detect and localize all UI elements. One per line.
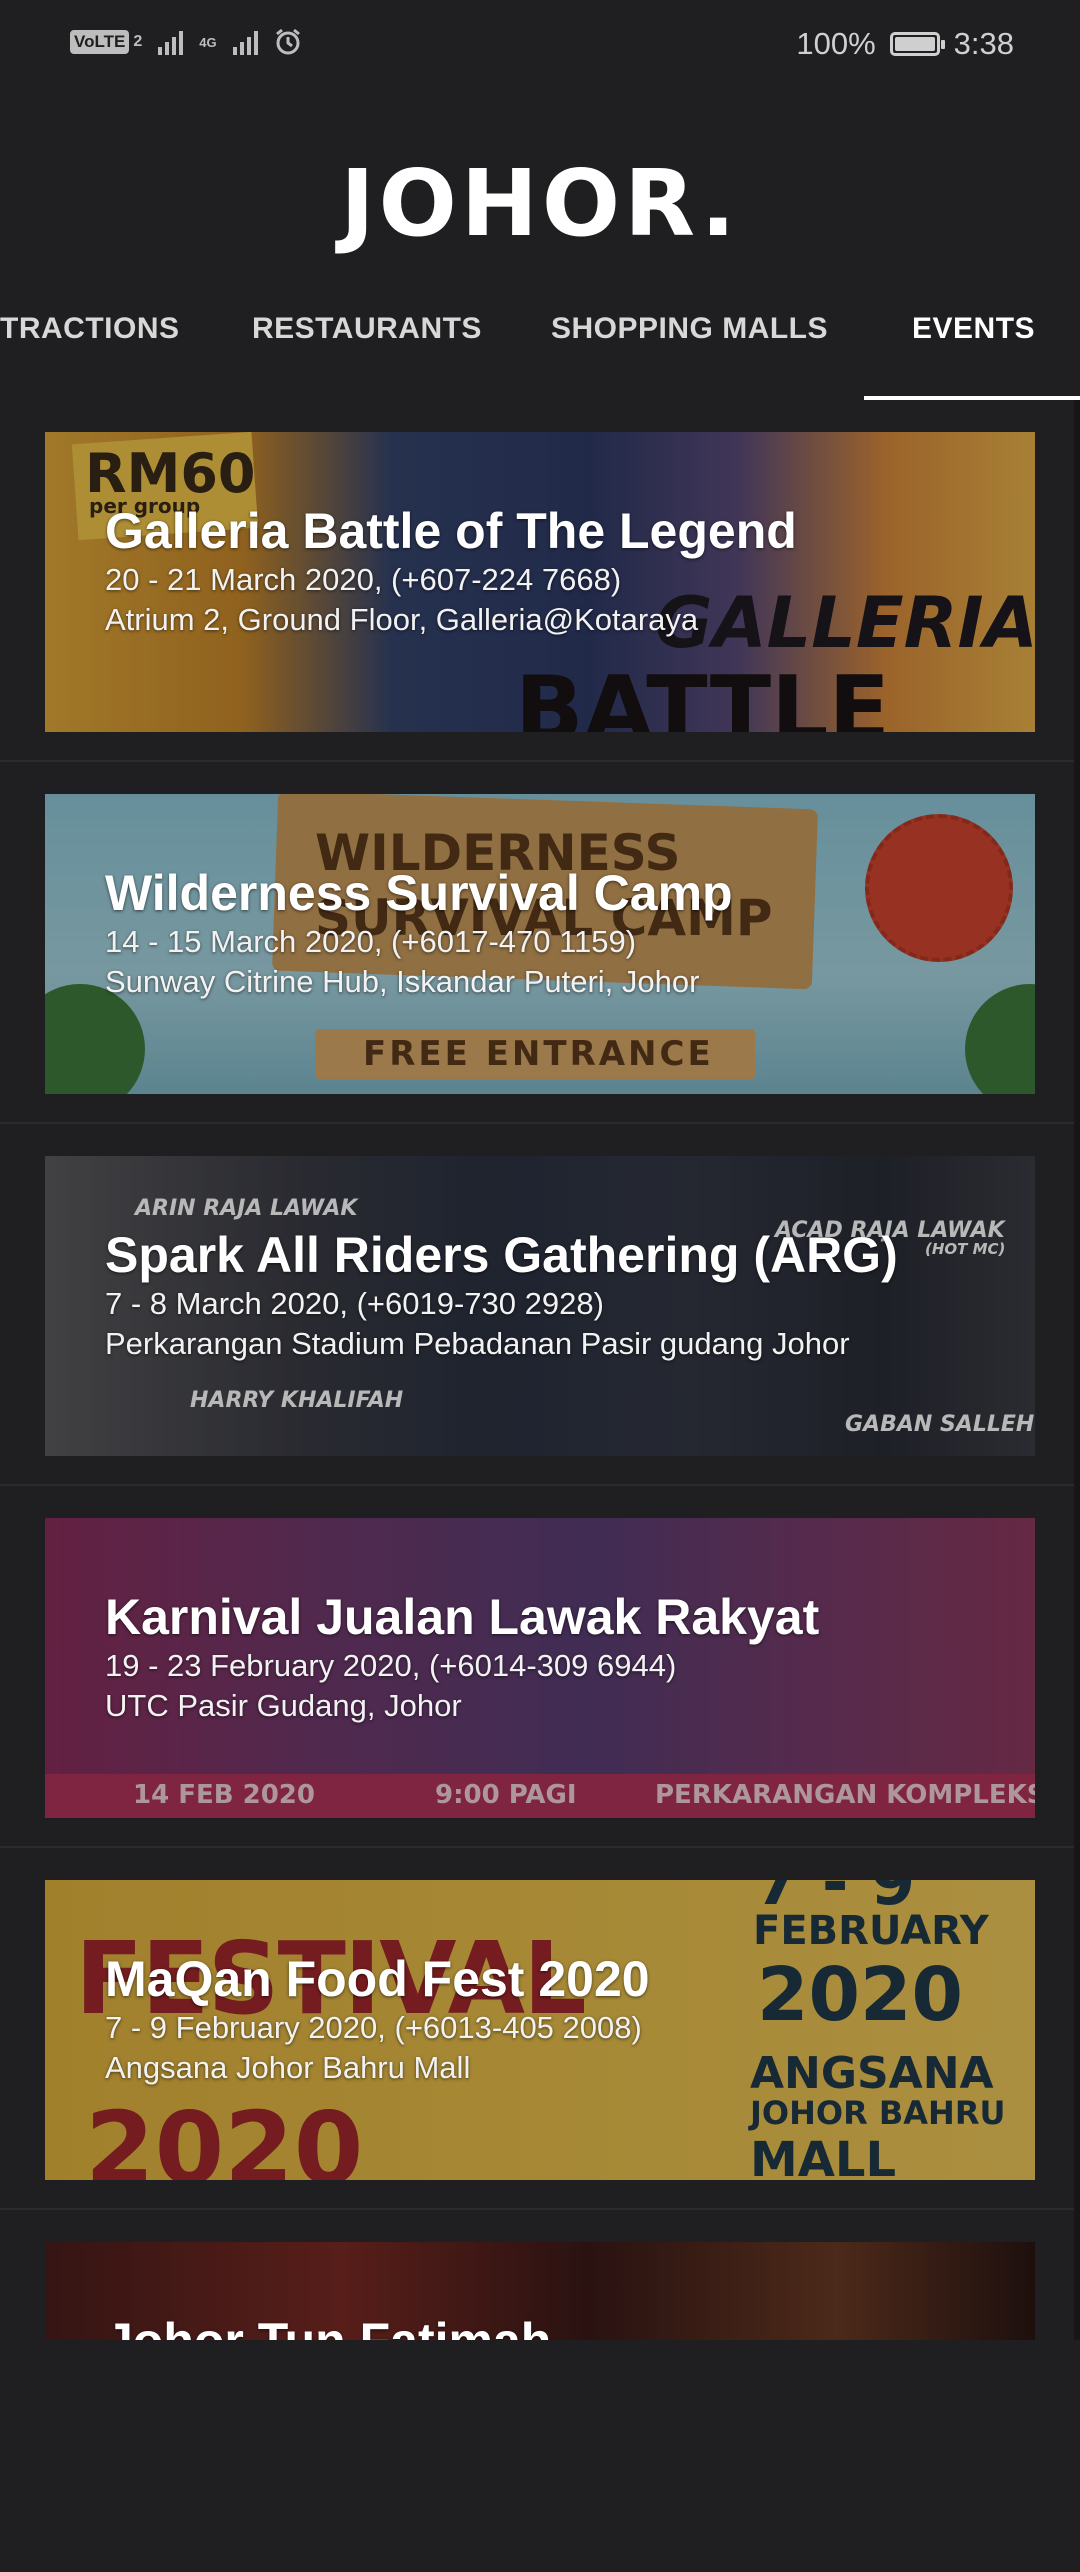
event-card-karnival[interactable]: 14 FEB 2020 9:00 PAGI PERKARANGAN KOMPLE… <box>45 1518 1035 1818</box>
status-bar: VoLTE 2 4G 100% 3:38 <box>0 0 1080 90</box>
event-date: 7 - 9 February 2020, (+6013-405 2008) <box>105 2010 642 2045</box>
event-title: Johor Tun Fatimah <box>105 2312 1015 2340</box>
list-scroll-edge <box>1074 400 1080 2340</box>
tab-shopping-malls[interactable]: SHOPPING MALLS <box>551 312 828 378</box>
volte-icon: VoLTE <box>70 30 130 54</box>
event-card-wilderness[interactable]: WILDERNESS SURVIVAL CAMP FREE ENTRANCE W… <box>45 794 1035 1094</box>
status-left: VoLTE 2 4G <box>70 28 302 56</box>
tab-attractions[interactable]: TRACTIONS <box>0 312 180 378</box>
event-venue: Sunway Citrine Hub, Iskandar Puteri, Joh… <box>105 964 700 999</box>
tab-restaurants[interactable]: RESTAURANTS <box>252 312 482 378</box>
signal-icon-2 <box>232 29 258 55</box>
event-info: Johor Tun Fatimah <box>105 2312 1015 2340</box>
battery-percent: 100% <box>796 26 876 61</box>
event-info: Wilderness Survival Camp 14 - 15 March 2… <box>105 864 1015 1002</box>
event-card-galleria[interactable]: RM60 per group GALLERIA BATTLE Galleria … <box>45 432 1035 732</box>
event-venue: Perkarangan Stadium Pebadanan Pasir guda… <box>105 1326 850 1361</box>
event-venue: UTC Pasir Gudang, Johor <box>105 1688 462 1723</box>
event-date: 7 - 8 March 2020, (+6019-730 2928) <box>105 1286 604 1321</box>
event-venue: Atrium 2, Ground Floor, Galleria@Kotaray… <box>105 602 699 637</box>
signal-icon <box>158 29 184 55</box>
event-title: MaQan Food Fest 2020 <box>105 1951 650 2007</box>
event-row: Johor Tun Fatimah <box>0 2210 1080 2572</box>
event-title: Karnival Jualan Lawak Rakyat <box>105 1589 820 1645</box>
event-row: WILDERNESS SURVIVAL CAMP FREE ENTRANCE W… <box>0 762 1080 1124</box>
event-card-johor-tun-fatimah[interactable]: Johor Tun Fatimah <box>45 2242 1035 2340</box>
status-right: 100% 3:38 <box>796 26 1014 62</box>
alarm-icon <box>275 28 300 55</box>
event-row: RM60 per group GALLERIA BATTLE Galleria … <box>0 400 1080 762</box>
tab-events[interactable]: EVENTS <box>912 312 1035 378</box>
event-date: 20 - 21 March 2020, (+607-224 7668) <box>105 562 622 597</box>
event-info: Karnival Jualan Lawak Rakyat 19 - 23 Feb… <box>105 1588 1015 1726</box>
category-tabs: TRACTIONS RESTAURANTS SHOPPING MALLS EVE… <box>0 300 1080 400</box>
event-info: Spark All Riders Gathering (ARG) 7 - 8 M… <box>105 1226 1015 1364</box>
battery-icon <box>889 32 945 56</box>
event-row: FESTIVAL 2020 7 - 9 FEBRUARY 2020 ANGSAN… <box>0 1848 1080 2210</box>
event-card-spark-riders[interactable]: ARIN RAJA LAWAK ACAD RAJA LAWAK (HOT MC)… <box>45 1156 1035 1456</box>
app-logo: JOHOR. <box>340 150 740 257</box>
network-type: 4G <box>199 34 217 50</box>
event-card-maqan[interactable]: FESTIVAL 2020 7 - 9 FEBRUARY 2020 ANGSAN… <box>45 1880 1035 2180</box>
event-date: 14 - 15 March 2020, (+6017-470 1159) <box>105 924 637 959</box>
event-info: MaQan Food Fest 2020 7 - 9 February 2020… <box>105 1950 1015 2088</box>
event-row: ARIN RAJA LAWAK ACAD RAJA LAWAK (HOT MC)… <box>0 1124 1080 1486</box>
event-title: Spark All Riders Gathering (ARG) <box>105 1227 898 1283</box>
event-venue: Angsana Johor Bahru Mall <box>105 2050 471 2085</box>
event-date: 19 - 23 February 2020, (+6014-309 6944) <box>105 1648 677 1683</box>
event-row: 14 FEB 2020 9:00 PAGI PERKARANGAN KOMPLE… <box>0 1486 1080 1848</box>
event-title: Wilderness Survival Camp <box>105 865 733 921</box>
event-info: Galleria Battle of The Legend 20 - 21 Ma… <box>105 502 1015 640</box>
volte-sim-label: 2 <box>133 33 143 50</box>
clock: 3:38 <box>953 26 1014 61</box>
event-title: Galleria Battle of The Legend <box>105 503 797 559</box>
